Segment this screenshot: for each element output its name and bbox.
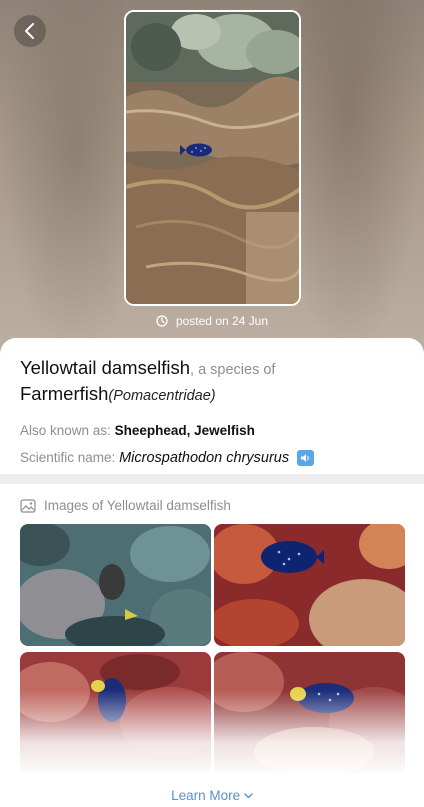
family-line: Farmerfish(Pomacentridae) <box>20 382 404 408</box>
fish-photo-thumbnail[interactable] <box>20 524 211 646</box>
speaker-icon[interactable] <box>297 450 315 466</box>
hero-blur-right <box>299 0 424 360</box>
aka-label: Also known as: <box>20 423 111 438</box>
sci-label: Scientific name: <box>20 450 116 465</box>
fish-photo-thumbnail[interactable] <box>214 524 405 646</box>
also-known-as-row: Also known as: Sheephead, Jewelfish <box>20 422 404 440</box>
aka-value: Sheephead, Jewelfish <box>114 423 255 438</box>
learn-more-button[interactable]: Learn More <box>0 788 424 803</box>
back-button[interactable] <box>14 15 46 47</box>
species-of-label: , a species of <box>190 362 276 378</box>
section-divider <box>0 474 424 484</box>
clock-icon <box>156 315 168 327</box>
images-section-header: Images of Yellowtail damselfish <box>20 498 231 513</box>
chevron-down-icon <box>244 793 253 799</box>
scientific-name-row: Scientific name: Microspathodon chrysuru… <box>20 449 404 467</box>
posted-label: posted on 24 Jun <box>175 314 269 328</box>
observation-photo[interactable] <box>124 10 301 306</box>
hero-blur-left <box>0 0 125 360</box>
family-common-name[interactable]: Farmerfish <box>20 383 108 404</box>
image-icon <box>20 498 36 513</box>
species-title: Yellowtail damselfish, a species of <box>20 356 404 382</box>
reef-fish-photo <box>126 12 299 304</box>
common-name: Yellowtail damselfish <box>20 357 191 378</box>
chevron-left-icon <box>25 23 34 39</box>
hero-background: posted on 24 Jun <box>0 0 424 360</box>
posted-date: posted on 24 Jun <box>0 314 424 328</box>
species-meta: Also known as: Sheephead, Jewelfish Scie… <box>20 422 404 467</box>
learn-more-label: Learn More <box>171 788 241 803</box>
sci-value: Microspathodon chrysurus <box>119 450 290 466</box>
family-scientific-name: (Pomacentridae) <box>108 388 216 404</box>
species-card: Yellowtail damselfish, a species of Farm… <box>0 338 424 478</box>
images-section-title: Images of Yellowtail damselfish <box>44 498 231 513</box>
